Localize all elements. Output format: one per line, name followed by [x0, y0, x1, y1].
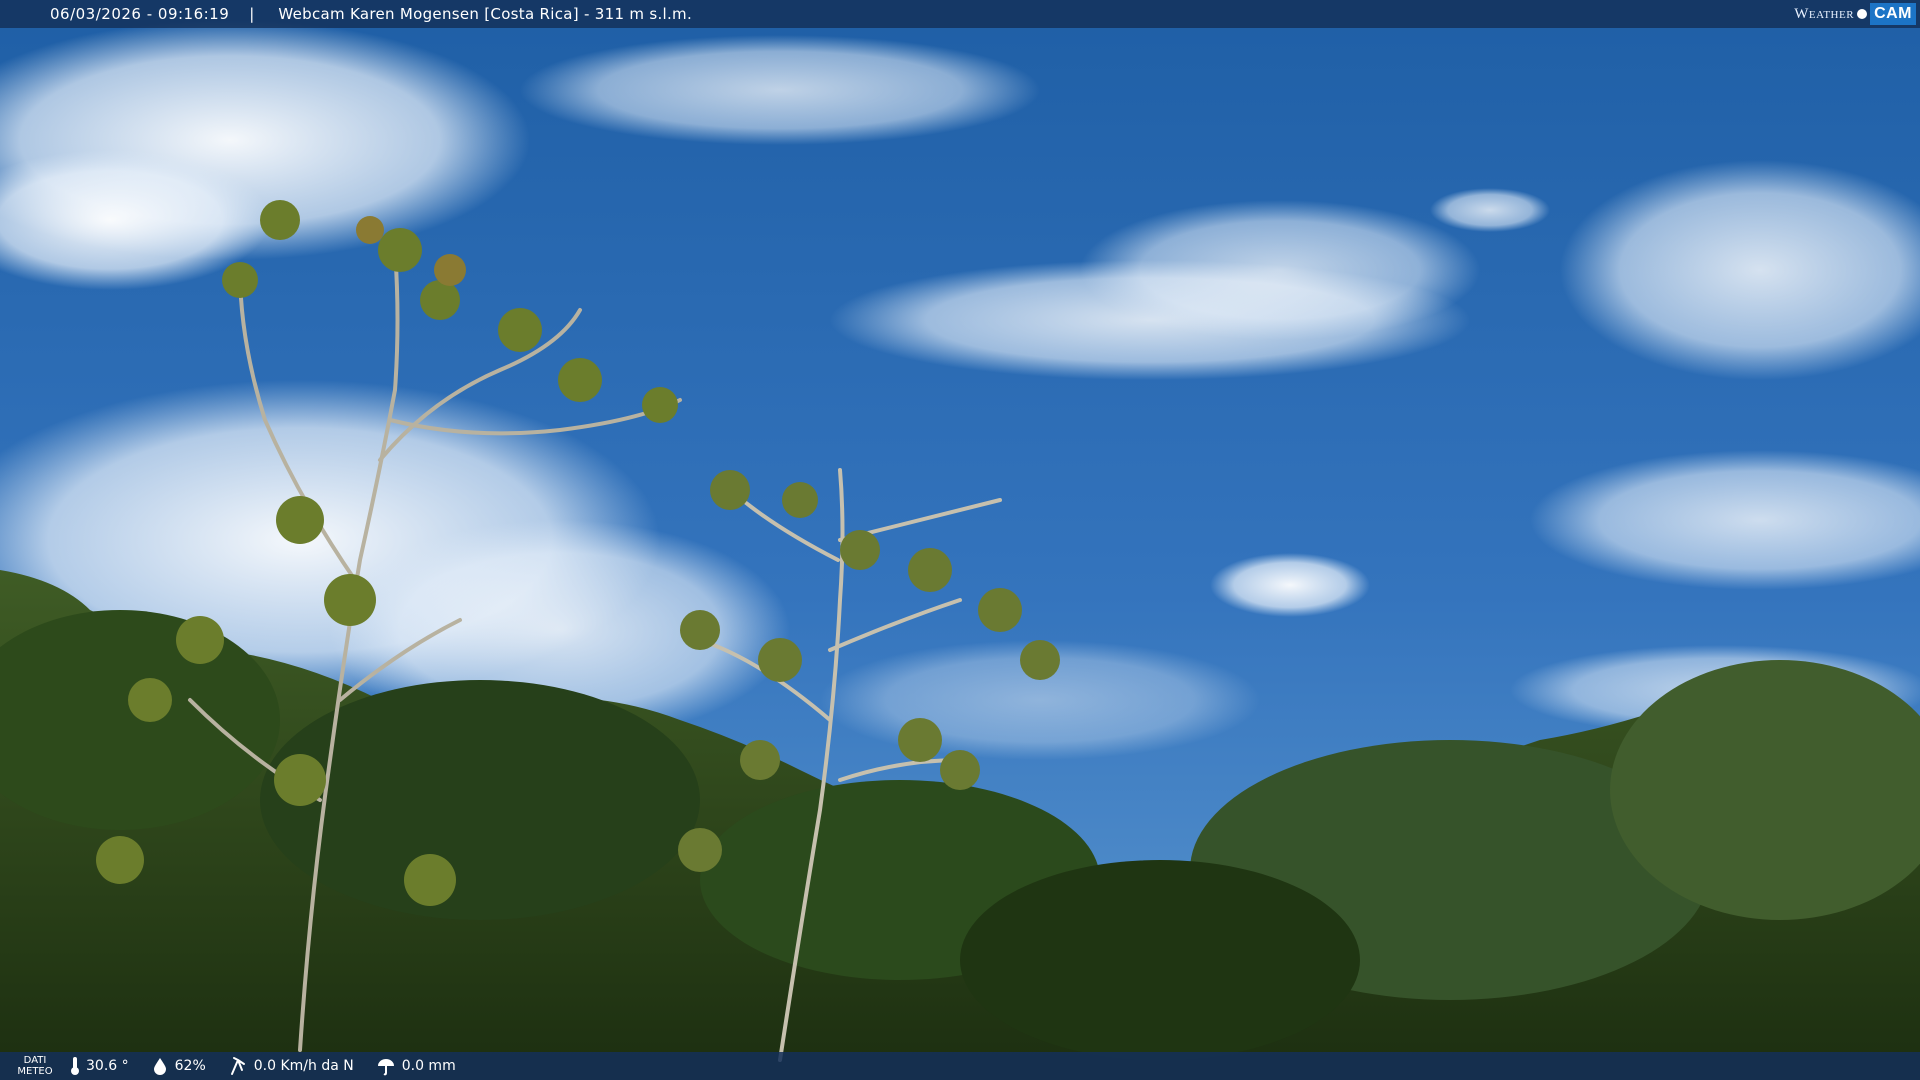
temperature-reading: 30.6 °	[70, 1056, 129, 1076]
umbrella-icon	[376, 1056, 396, 1076]
wind-value: 0.0 Km/h da N	[253, 1058, 354, 1074]
logo-word-cam: CAM	[1870, 3, 1916, 25]
weathercam-logo[interactable]: Weather CAM	[1794, 2, 1916, 26]
meteo-data-label: DATI METEO	[0, 1055, 70, 1077]
thermometer-icon	[70, 1056, 80, 1076]
weather-data-bar: DATI METEO 30.6 ° 62% 0.0 Km/h da N 0.0 …	[0, 1052, 1920, 1080]
humidity-reading: 62%	[151, 1057, 206, 1075]
temperature-value: 30.6 °	[86, 1058, 129, 1074]
wind-vane-icon	[228, 1056, 248, 1076]
meteo-label-line1: DATI	[23, 1055, 47, 1066]
header-separator: |	[249, 5, 255, 23]
humidity-drop-icon	[151, 1057, 169, 1075]
logo-dot-icon	[1857, 9, 1868, 19]
timestamp: 06/03/2026 - 09:16:19	[50, 5, 230, 23]
webcam-location: Webcam Karen Mogensen [Costa Rica] - 311…	[278, 5, 693, 23]
meteo-label-line2: METEO	[17, 1066, 53, 1077]
info-header-bar: 06/03/2026 - 09:16:19 | Webcam Karen Mog…	[0, 0, 1920, 28]
humidity-value: 62%	[174, 1058, 206, 1074]
wind-reading: 0.0 Km/h da N	[228, 1056, 354, 1076]
rain-reading: 0.0 mm	[376, 1056, 456, 1076]
webcam-image	[0, 0, 1920, 1080]
logo-word-weather: Weather	[1794, 5, 1855, 22]
rain-value: 0.0 mm	[401, 1058, 456, 1074]
